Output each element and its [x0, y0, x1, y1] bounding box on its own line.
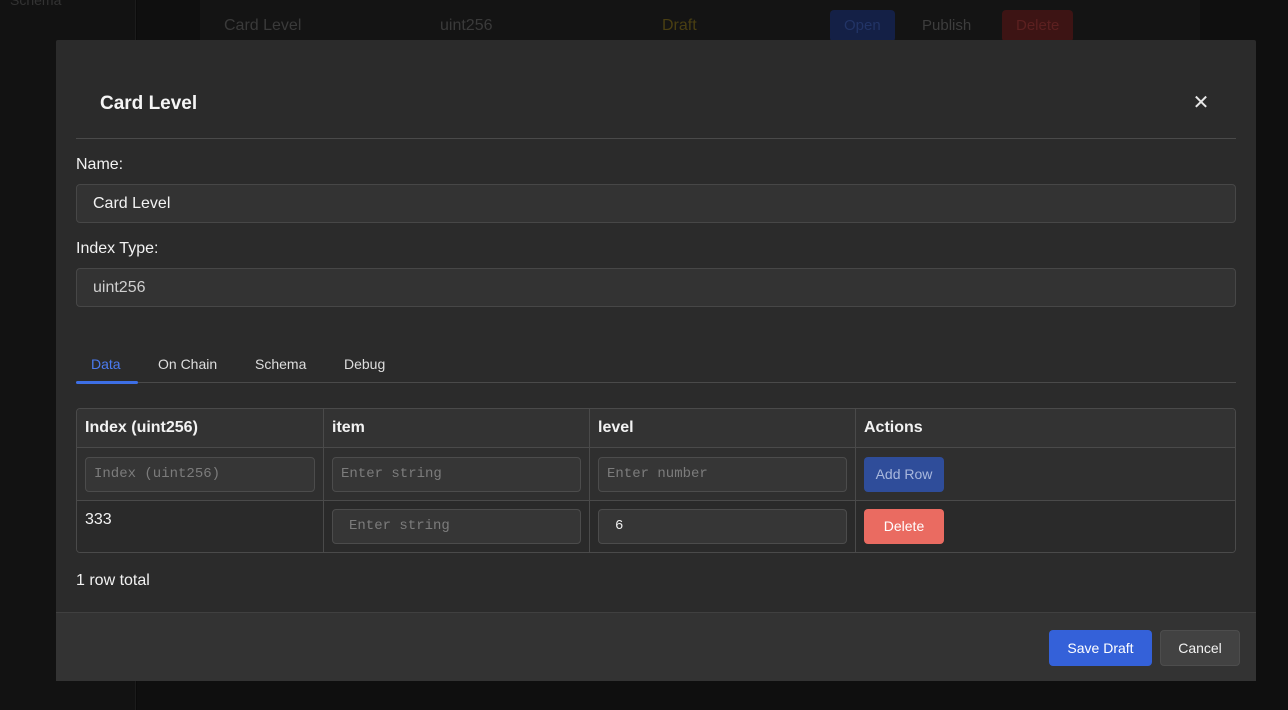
- index-type-field: uint256: [76, 268, 1236, 307]
- column-divider: [855, 409, 856, 552]
- row-item-input[interactable]: Enter string: [332, 509, 581, 544]
- column-divider: [323, 409, 324, 552]
- active-tab-indicator: [76, 381, 138, 384]
- tab-data[interactable]: Data: [91, 356, 121, 372]
- background-row-type: uint256: [440, 17, 493, 34]
- index-type-label: Index Type:: [76, 240, 159, 257]
- background-sidebar-label: Schema: [10, 0, 62, 8]
- add-row-button[interactable]: Add Row: [864, 457, 944, 492]
- column-divider: [589, 409, 590, 552]
- name-label: Name:: [76, 156, 124, 173]
- new-level-input[interactable]: Enter number: [598, 457, 847, 492]
- background-open-button: Open: [830, 10, 895, 42]
- save-draft-button[interactable]: Save Draft: [1049, 630, 1152, 666]
- name-input[interactable]: Card Level: [76, 184, 1236, 223]
- row-count-text: 1 row total: [76, 572, 150, 589]
- column-header-item: item: [332, 419, 365, 436]
- background-publish-button: Publish: [922, 17, 972, 34]
- close-button[interactable]: ✕: [1192, 92, 1210, 114]
- tab-on-chain[interactable]: On Chain: [158, 356, 217, 372]
- cancel-button[interactable]: Cancel: [1160, 630, 1240, 666]
- new-index-input[interactable]: Index (uint256): [85, 457, 315, 492]
- table-row: 333 Enter string 6 Delete: [77, 501, 1235, 552]
- delete-row-button[interactable]: Delete: [864, 509, 944, 544]
- tab-bar: Data On Chain Schema Debug: [76, 346, 1236, 384]
- table-header: Index (uint256) item level Actions: [77, 409, 1235, 448]
- edit-dialog: Card Level ✕ Name: Card Level Index Type…: [56, 40, 1256, 681]
- column-header-actions: Actions: [864, 419, 923, 436]
- dialog-title: Card Level: [100, 93, 198, 114]
- background-row-name: Card Level: [224, 17, 302, 34]
- data-table: Index (uint256) item level Actions Index…: [76, 408, 1236, 553]
- dialog-footer: Save Draft Cancel: [56, 612, 1256, 681]
- column-header-index: Index (uint256): [85, 419, 198, 436]
- background-delete-button: Delete: [1002, 10, 1074, 42]
- background-row-status: Draft: [662, 17, 697, 34]
- new-row: Index (uint256) Enter string Enter numbe…: [77, 448, 1235, 501]
- new-item-input[interactable]: Enter string: [332, 457, 581, 492]
- tab-schema[interactable]: Schema: [255, 356, 306, 372]
- row-index-value: 333: [85, 511, 112, 528]
- row-level-input[interactable]: 6: [598, 509, 847, 544]
- close-icon: ✕: [1192, 92, 1210, 114]
- dialog-header: Card Level ✕: [76, 40, 1236, 139]
- column-header-level: level: [598, 419, 634, 436]
- tab-debug[interactable]: Debug: [344, 356, 385, 372]
